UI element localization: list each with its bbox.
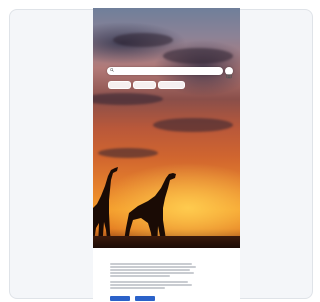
info-text-line [110, 272, 194, 274]
search-icon [110, 68, 114, 72]
phone-screenshot [93, 8, 240, 302]
info-text-line [110, 269, 190, 271]
info-text-line [110, 281, 188, 283]
suggestion-chip[interactable] [133, 81, 156, 89]
info-text-line [110, 275, 170, 277]
info-text-line [110, 263, 192, 265]
info-text-line [110, 287, 165, 289]
camera-icon [226, 74, 232, 79]
search-input[interactable] [116, 67, 216, 75]
suggestion-chip[interactable] [158, 81, 185, 89]
horizon [93, 236, 240, 248]
giraffe-silhouettes [93, 167, 176, 248]
info-text-line [110, 266, 196, 268]
primary-button[interactable] [110, 296, 130, 301]
camera-button[interactable] [225, 67, 233, 79]
status-bar [93, 8, 240, 17]
search-bar[interactable] [107, 67, 223, 75]
suggestion-chip[interactable] [108, 81, 131, 89]
link-button[interactable] [162, 296, 178, 301]
info-text-line [110, 284, 192, 286]
secondary-button[interactable] [135, 296, 155, 301]
